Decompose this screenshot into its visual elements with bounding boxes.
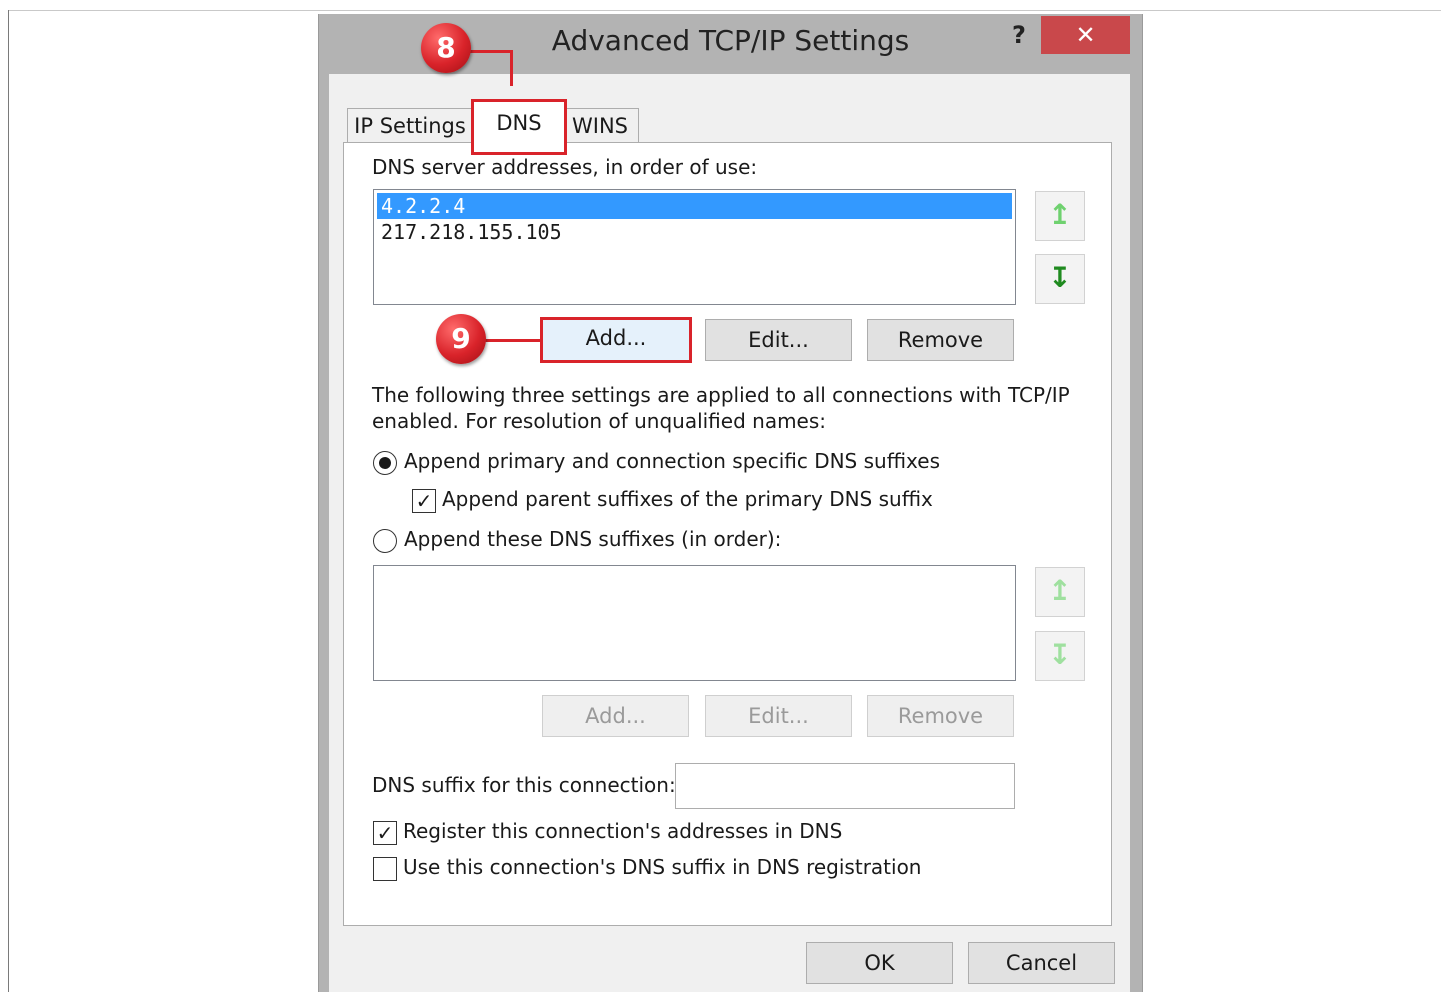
info-text-line1: The following three settings are applied… [372, 383, 1070, 407]
frame-border-top [8, 10, 1441, 11]
arrow-down-icon: ↧ [1048, 638, 1072, 671]
append-parent-label[interactable]: Append parent suffixes of the primary DN… [442, 487, 933, 511]
use-suffix-label[interactable]: Use this connection's DNS suffix in DNS … [403, 855, 921, 879]
use-suffix-checkbox[interactable] [373, 857, 397, 881]
register-checkbox[interactable]: ✓ [373, 821, 397, 845]
suffix-add-button[interactable]: Add... [542, 695, 689, 737]
append-primary-label[interactable]: Append primary and connection specific D… [404, 449, 940, 473]
dns-edit-button[interactable]: Edit... [705, 319, 852, 361]
advanced-tcpip-dialog: Advanced TCP/IP Settings ? ✕ IP Settings… [318, 14, 1143, 992]
dns-move-down-button[interactable]: ↧ [1035, 254, 1085, 304]
register-label[interactable]: Register this connection's addresses in … [403, 819, 842, 843]
ok-button[interactable]: OK [806, 942, 953, 984]
tab-dns[interactable]: DNS [471, 99, 567, 155]
help-button[interactable]: ? [999, 18, 1039, 52]
dns-tab-panel: DNS server addresses, in order of use: 4… [343, 142, 1112, 926]
callout-connector [470, 50, 512, 53]
tab-wins[interactable]: WINS [561, 108, 639, 143]
dns-server-item[interactable]: 217.218.155.105 [377, 219, 1012, 245]
callout-connector [482, 339, 542, 342]
suffix-move-down-button[interactable]: ↧ [1035, 631, 1085, 681]
dns-add-button[interactable]: Add... [540, 317, 692, 363]
dns-server-item[interactable]: 4.2.2.4 [377, 193, 1012, 219]
connection-suffix-input[interactable] [675, 763, 1015, 809]
append-these-radio[interactable] [373, 529, 397, 553]
step-9-badge: 9 [436, 314, 486, 364]
suffix-move-up-button[interactable]: ↥ [1035, 567, 1085, 617]
dns-move-up-button[interactable]: ↥ [1035, 191, 1085, 241]
dns-server-list[interactable]: 4.2.2.4 217.218.155.105 [373, 189, 1016, 305]
close-button[interactable]: ✕ [1041, 16, 1130, 54]
dns-servers-label: DNS server addresses, in order of use: [372, 155, 758, 179]
arrow-down-icon: ↧ [1048, 261, 1072, 294]
cancel-button[interactable]: Cancel [968, 942, 1115, 984]
info-text-line2: enabled. For resolution of unqualified n… [372, 409, 827, 433]
suffix-remove-button[interactable]: Remove [867, 695, 1014, 737]
append-parent-checkbox[interactable]: ✓ [412, 489, 436, 513]
dns-suffix-list[interactable] [373, 565, 1016, 681]
checkmark-icon: ✓ [415, 489, 433, 513]
arrow-up-icon: ↥ [1048, 198, 1072, 231]
callout-connector [510, 50, 513, 86]
checkmark-icon: ✓ [376, 821, 394, 845]
step-8-badge: 8 [421, 23, 471, 73]
append-primary-radio[interactable] [373, 451, 397, 475]
dialog-client-area: IP Settings DNS WINS DNS server addresse… [329, 74, 1130, 992]
arrow-up-icon: ↥ [1048, 574, 1072, 607]
radio-selected-dot [379, 457, 391, 469]
tab-ip-settings[interactable]: IP Settings [347, 108, 473, 143]
dns-remove-button[interactable]: Remove [867, 319, 1014, 361]
connection-suffix-label: DNS suffix for this connection: [372, 773, 676, 797]
suffix-edit-button[interactable]: Edit... [705, 695, 852, 737]
append-these-label[interactable]: Append these DNS suffixes (in order): [404, 527, 781, 551]
frame-border-left [8, 10, 9, 992]
